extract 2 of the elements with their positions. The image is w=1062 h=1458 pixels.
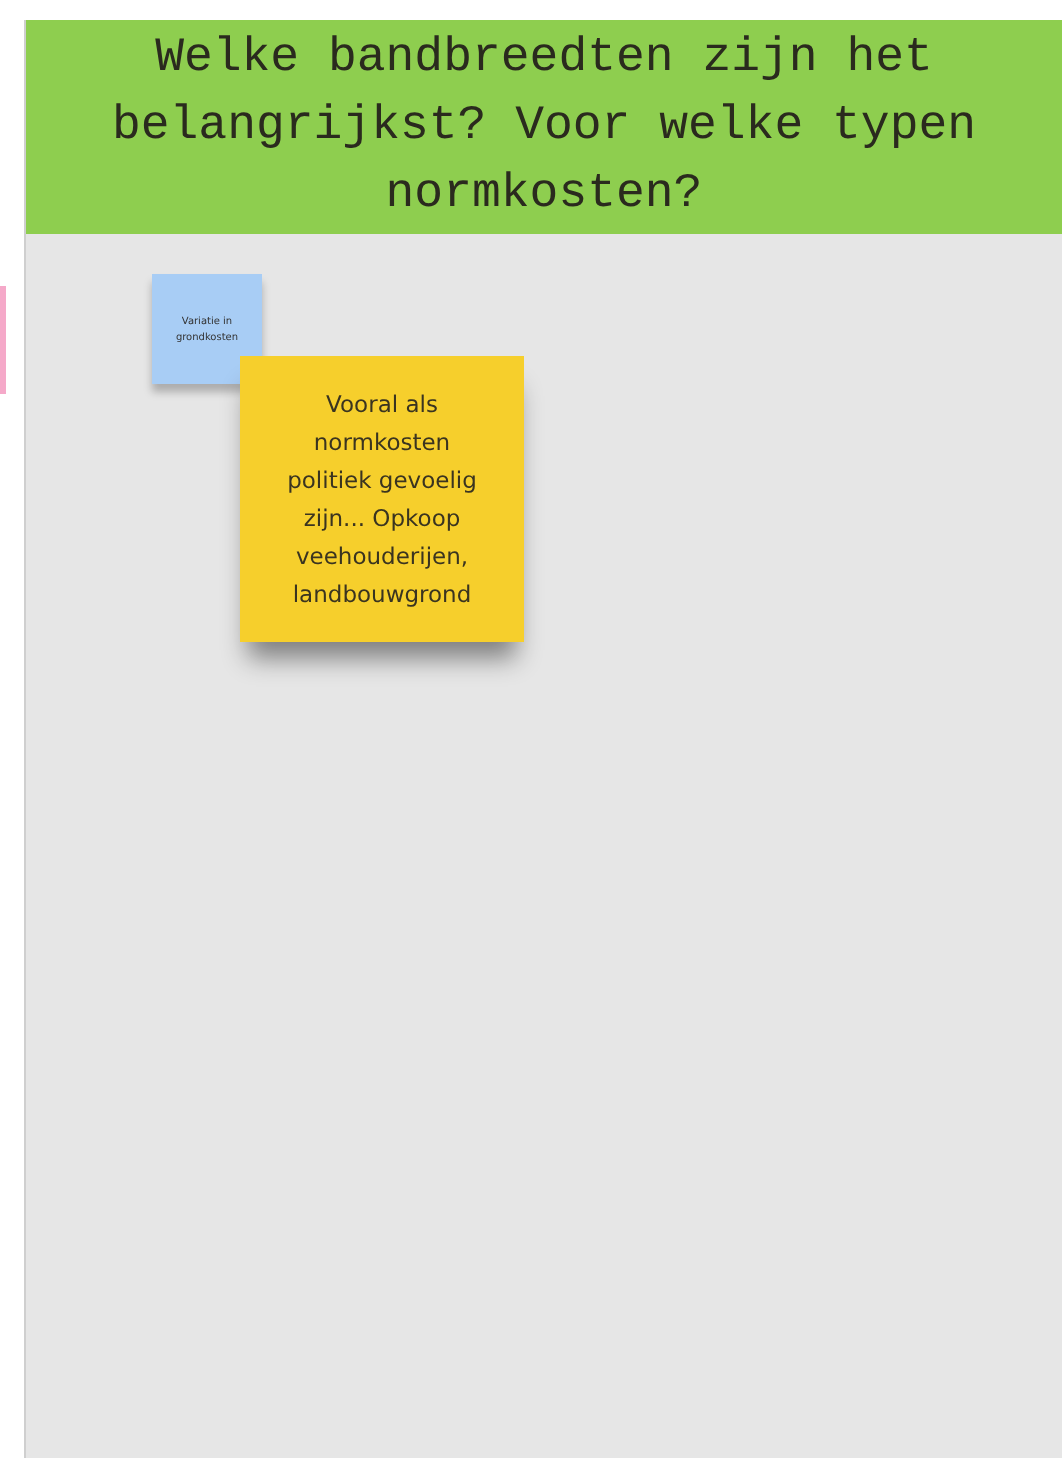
board-title: Welke bandbreedten zijn het belangrijkst? Voor welke typen normkosten? — [109, 29, 979, 225]
sticky-note[interactable]: Vooral als normkosten politiek gevoelig zijn... Opkoop veehouderijen, landbouwgrond — [240, 356, 524, 642]
